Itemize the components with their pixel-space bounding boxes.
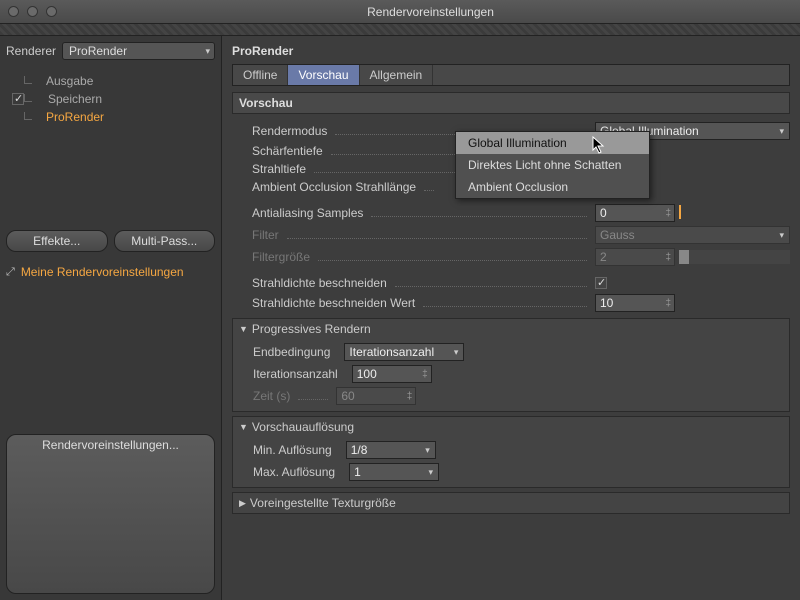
content-panel: ProRender Offline Vorschau Allgemein Vor… <box>222 36 800 600</box>
sidebar: Renderer ProRender Ausgabe ✓ Speichern P… <box>0 36 222 600</box>
rendermodus-dropdown-menu: Global Illumination Direktes Licht ohne … <box>455 131 650 199</box>
renderer-dropdown[interactable]: ProRender <box>62 42 215 60</box>
group-progressive: ▼Progressives Rendern Endbedingung Itera… <box>232 318 790 412</box>
window-controls <box>8 6 57 17</box>
triangle-down-icon: ▼ <box>239 324 248 334</box>
schaerfentiefe-label: Schärfentiefe <box>252 144 323 158</box>
tab-offline[interactable]: Offline <box>233 65 288 85</box>
renderer-label: Renderer <box>6 44 56 58</box>
settings-tree: Ausgabe ✓ Speichern ProRender <box>6 72 215 224</box>
aa-field[interactable]: 0 <box>595 204 675 222</box>
render-presets-button[interactable]: Rendervoreinstellungen... <box>6 434 215 594</box>
group-tex: ▶Voreingestellte Texturgröße <box>232 492 790 514</box>
window-title: Rendervoreinstellungen <box>69 5 792 19</box>
my-presets-label: Meine Rendervoreinstellungen <box>21 265 184 279</box>
minres-label: Min. Auflösung <box>253 443 332 457</box>
filtersize-field: 2 <box>595 248 675 266</box>
filter-label: Filter <box>252 228 279 242</box>
titlebar: Rendervoreinstellungen <box>0 0 800 24</box>
close-dot[interactable] <box>8 6 19 17</box>
save-checkbox[interactable]: ✓ <box>12 93 24 105</box>
dropdown-option[interactable]: Global Illumination <box>456 132 649 154</box>
my-presets-row[interactable]: ⤢ Meine Rendervoreinstellungen <box>6 262 215 282</box>
group-vres: ▼Vorschauauflösung Min. Auflösung 1/8 Ma… <box>232 416 790 488</box>
presets-icon: ⤢ <box>6 266 15 279</box>
group-vres-header[interactable]: ▼Vorschauauflösung <box>233 417 789 437</box>
panel-title: ProRender <box>232 44 790 58</box>
maxres-dropdown[interactable]: 1 <box>349 463 439 481</box>
rendermodus-label: Rendermodus <box>252 124 327 138</box>
group-progressive-header[interactable]: ▼Progressives Rendern <box>233 319 789 339</box>
iter-label: Iterationsanzahl <box>253 367 338 381</box>
strahldichte-cut-label: Strahldichte beschneiden <box>252 276 387 290</box>
triangle-right-icon: ▶ <box>239 498 246 509</box>
zeit-label: Zeit (s) <box>253 389 290 403</box>
iter-field[interactable]: 100 <box>352 365 432 383</box>
strahldichte-val-field[interactable]: 10 <box>595 294 675 312</box>
section-vorschau: Vorschau <box>232 92 790 114</box>
endbedingung-label: Endbedingung <box>253 345 330 359</box>
triangle-down-icon: ▼ <box>239 422 248 432</box>
tree-item-save[interactable]: ✓ Speichern <box>6 90 215 108</box>
filtersize-slider <box>679 250 790 264</box>
multipass-button[interactable]: Multi-Pass... <box>114 230 216 252</box>
tree-item-prorender[interactable]: ProRender <box>6 108 215 126</box>
dropdown-option[interactable]: Direktes Licht ohne Schatten <box>456 154 649 176</box>
mouse-cursor-icon <box>592 136 606 154</box>
strahldichte-cut-checkbox[interactable]: ✓ <box>595 277 607 289</box>
minimize-dot[interactable] <box>27 6 38 17</box>
endbedingung-dropdown[interactable]: Iterationsanzahl <box>344 343 464 361</box>
aa-label: Antialiasing Samples <box>252 206 363 220</box>
filtersize-label: Filtergröße <box>252 250 310 264</box>
tab-vorschau[interactable]: Vorschau <box>288 65 359 85</box>
effects-button[interactable]: Effekte... <box>6 230 108 252</box>
filter-dropdown: Gauss <box>595 226 790 244</box>
text-caret <box>679 205 681 219</box>
tabs: Offline Vorschau Allgemein <box>232 64 790 86</box>
toolbar-grip <box>0 24 800 36</box>
tab-allgemein[interactable]: Allgemein <box>360 65 434 85</box>
tree-item-output[interactable]: Ausgabe <box>6 72 215 90</box>
strahldichte-val-label: Strahldichte beschneiden Wert <box>252 296 415 310</box>
group-tex-header[interactable]: ▶Voreingestellte Texturgröße <box>233 493 789 513</box>
maxres-label: Max. Auflösung <box>253 465 335 479</box>
zoom-dot[interactable] <box>46 6 57 17</box>
zeit-field: 60 <box>336 387 416 405</box>
dropdown-option[interactable]: Ambient Occlusion <box>456 176 649 198</box>
ao-strahl-label: Ambient Occlusion Strahllänge <box>252 180 416 194</box>
minres-dropdown[interactable]: 1/8 <box>346 441 436 459</box>
strahltiefe-label: Strahltiefe <box>252 162 306 176</box>
